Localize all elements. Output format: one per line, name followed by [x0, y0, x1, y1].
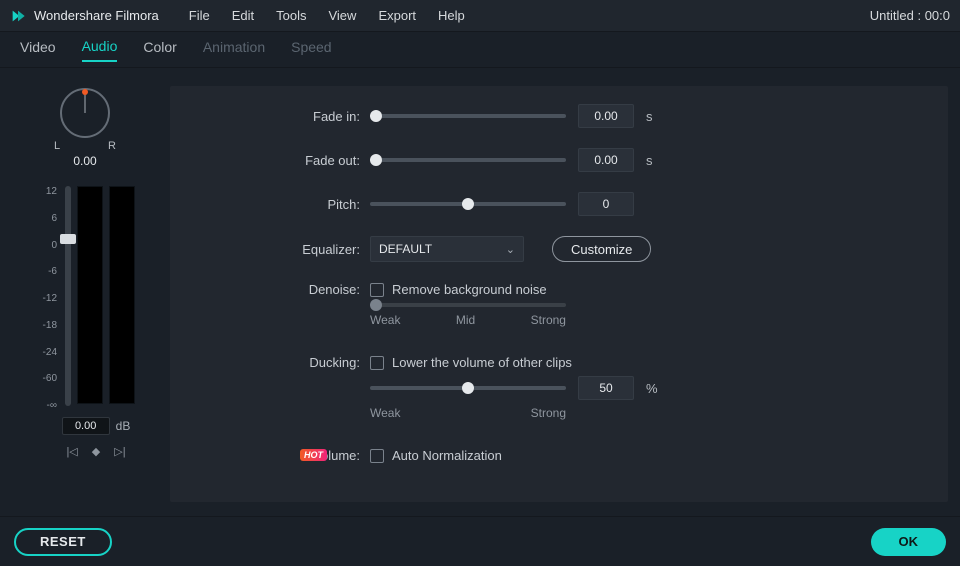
reset-button[interactable]: RESET	[14, 528, 112, 556]
pitch-label: Pitch:	[170, 197, 370, 212]
project-title: Untitled : 00:0	[870, 8, 950, 23]
ducking-strong: Strong	[531, 406, 566, 420]
ducking-slider[interactable]	[370, 386, 566, 390]
db-scale: 126 0-6 -12-18 -24-60 -∞	[35, 186, 57, 411]
denoise-option: Remove background noise	[392, 282, 547, 297]
main-menu: File Edit Tools View Export Help	[189, 8, 465, 23]
level-meter-left	[77, 186, 103, 404]
customize-button[interactable]: Customize	[552, 236, 651, 262]
auto-normalization-option: Auto Normalization	[392, 448, 502, 463]
pitch-input[interactable]: 0	[578, 192, 634, 216]
db-value[interactable]: 0.00	[62, 417, 110, 435]
titlebar: Wondershare Filmora File Edit Tools View…	[0, 0, 960, 32]
ducking-label: Ducking:	[170, 355, 370, 370]
denoise-label: Denoise:	[170, 282, 370, 297]
hot-badge: HOT	[300, 449, 327, 461]
equalizer-label: Equalizer:	[170, 242, 370, 257]
tab-speed: Speed	[291, 39, 331, 61]
category-tabs: Video Audio Color Animation Speed	[0, 32, 960, 68]
denoise-checkbox[interactable]	[370, 283, 384, 297]
prev-key-icon[interactable]: |◁	[66, 445, 77, 458]
pan-left-label: L	[54, 140, 60, 152]
fade-out-slider[interactable]	[370, 158, 566, 162]
pan-right-label: R	[108, 140, 116, 152]
audio-properties-panel: Fade in: 0.00 s Fade out: 0.00 s Pitch: …	[170, 86, 948, 502]
db-unit: dB	[116, 419, 131, 433]
fade-in-input[interactable]: 0.00	[578, 104, 634, 128]
app-title: Wondershare Filmora	[34, 8, 159, 23]
fade-out-input[interactable]: 0.00	[578, 148, 634, 172]
fade-in-unit: s	[646, 109, 653, 124]
menu-edit[interactable]: Edit	[232, 8, 254, 23]
tab-color[interactable]: Color	[143, 39, 176, 61]
ducking-unit: %	[646, 381, 658, 396]
fade-in-label: Fade in:	[170, 109, 370, 124]
pan-knob[interactable]	[60, 88, 110, 138]
ok-button[interactable]: OK	[871, 528, 947, 556]
level-meter-right	[109, 186, 135, 404]
volume-label: HOT Volume:	[170, 448, 370, 463]
main-area: L R 0.00 126 0-6 -12-18 -24-60 -∞ 0.00 d…	[0, 68, 960, 516]
menu-file[interactable]: File	[189, 8, 210, 23]
tab-animation: Animation	[203, 39, 265, 61]
fade-out-label: Fade out:	[170, 153, 370, 168]
menu-help[interactable]: Help	[438, 8, 465, 23]
ducking-option: Lower the volume of other clips	[392, 355, 572, 370]
app-logo-icon	[10, 8, 26, 24]
denoise-weak: Weak	[370, 313, 400, 327]
denoise-slider[interactable]	[370, 303, 566, 307]
denoise-strong: Strong	[531, 313, 566, 327]
volume-slider[interactable]	[65, 186, 71, 406]
denoise-mid: Mid	[456, 313, 475, 327]
pan-value: 0.00	[73, 154, 96, 168]
fade-out-unit: s	[646, 153, 653, 168]
menu-view[interactable]: View	[328, 8, 356, 23]
tab-video[interactable]: Video	[20, 39, 56, 61]
auto-normalization-checkbox[interactable]	[370, 449, 384, 463]
menu-tools[interactable]: Tools	[276, 8, 306, 23]
chevron-down-icon: ⌄	[506, 243, 515, 256]
pitch-slider[interactable]	[370, 202, 566, 206]
ducking-input[interactable]: 50	[578, 376, 634, 400]
audio-meter-panel: L R 0.00 126 0-6 -12-18 -24-60 -∞ 0.00 d…	[0, 68, 170, 516]
tab-audio[interactable]: Audio	[82, 38, 118, 62]
footer: RESET OK	[0, 516, 960, 566]
fade-in-slider[interactable]	[370, 114, 566, 118]
equalizer-select[interactable]: DEFAULT ⌄	[370, 236, 524, 262]
add-key-icon[interactable]: ◆	[92, 445, 100, 458]
equalizer-selected: DEFAULT	[379, 242, 432, 256]
ducking-weak: Weak	[370, 406, 400, 420]
menu-export[interactable]: Export	[378, 8, 416, 23]
next-key-icon[interactable]: ▷|	[114, 445, 125, 458]
ducking-checkbox[interactable]	[370, 356, 384, 370]
